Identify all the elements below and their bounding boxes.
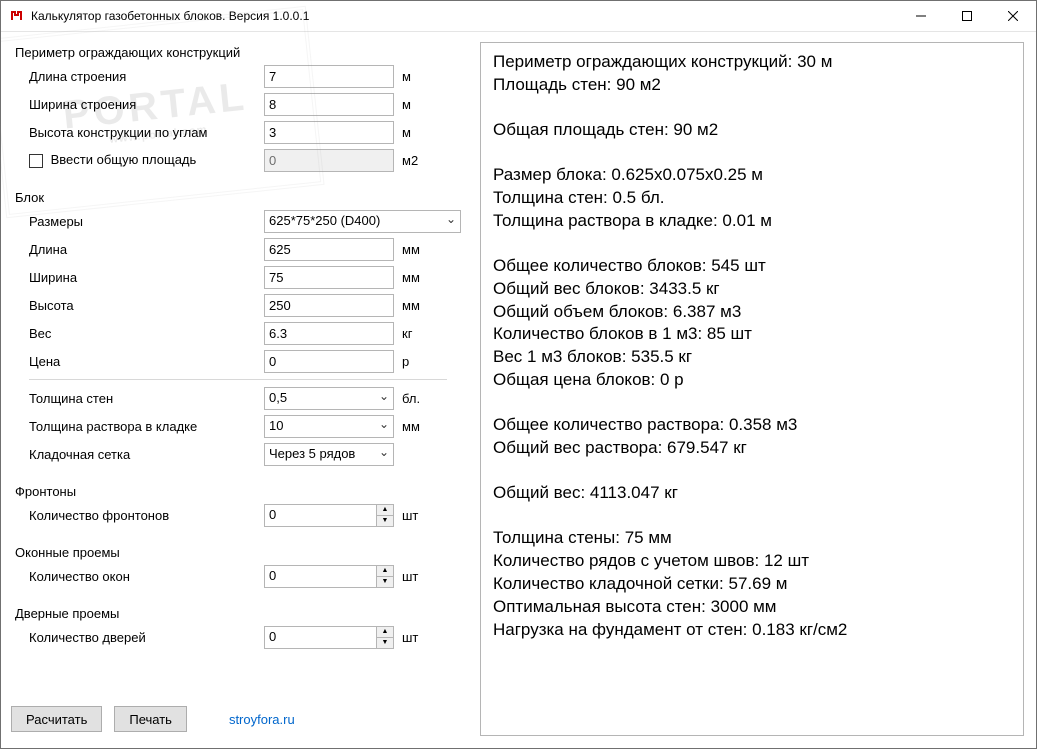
length-label: Длина строения — [29, 69, 264, 84]
result-line: Толщина стены: 75 мм — [493, 527, 1011, 550]
divider — [29, 379, 447, 380]
windows-count-input[interactable]: 0 ▲▼ — [264, 565, 394, 588]
result-line: Оптимальная высота стен: 3000 мм — [493, 596, 1011, 619]
result-line: Общее количество блоков: 545 шт — [493, 255, 1011, 278]
gables-count-label: Количество фронтонов — [29, 508, 264, 523]
group-perimeter: Периметр ограждающих конструкций Длина с… — [8, 42, 468, 183]
group-gables-title: Фронтоны — [15, 484, 461, 499]
app-icon — [9, 8, 25, 24]
result-line: Толщина раствора в кладке: 0.01 м — [493, 210, 1011, 233]
unit-p: р — [402, 354, 430, 369]
window-title: Калькулятор газобетонных блоков. Версия … — [31, 9, 898, 23]
block-length-input[interactable] — [264, 238, 394, 261]
result-line: Общая цена блоков: 0 р — [493, 369, 1011, 392]
results-panel: Периметр ограждающих конструкций: 30 м П… — [480, 42, 1024, 736]
mortar-thickness-select[interactable]: 10 — [264, 415, 394, 438]
unit-sht: шт — [402, 508, 430, 523]
group-doors-title: Дверные проемы — [15, 606, 461, 621]
block-height-label: Высота — [29, 298, 264, 313]
area-input — [264, 149, 394, 172]
group-block-title: Блок — [15, 190, 461, 205]
site-link[interactable]: stroyfora.ru — [229, 712, 295, 727]
unit-bl: бл. — [402, 391, 430, 406]
calculate-button[interactable]: Расчитать — [11, 706, 102, 732]
result-line: Размер блока: 0.625x0.075x0.25 м — [493, 164, 1011, 187]
gables-count-input[interactable]: 0 ▲▼ — [264, 504, 394, 527]
block-price-input[interactable] — [264, 350, 394, 373]
unit-mm: мм — [402, 270, 430, 285]
block-price-label: Цена — [29, 354, 264, 369]
doors-count-input[interactable]: 0 ▲▼ — [264, 626, 394, 649]
spin-up-icon[interactable]: ▲ — [377, 627, 393, 637]
unit-mm: мм — [402, 419, 430, 434]
maximize-button[interactable] — [944, 1, 990, 31]
group-windows: Оконные проемы Количество окон 0 ▲▼ шт — [8, 542, 468, 599]
block-width-label: Ширина — [29, 270, 264, 285]
width-label: Ширина строения — [29, 97, 264, 112]
unit-mm: мм — [402, 242, 430, 257]
result-line: Количество кладочной сетки: 57.69 м — [493, 573, 1011, 596]
block-width-input[interactable] — [264, 266, 394, 289]
footer: Расчитать Печать stroyfora.ru — [8, 700, 468, 736]
minimize-button[interactable] — [898, 1, 944, 31]
height-label: Высота конструкции по углам — [29, 125, 264, 140]
wall-thickness-label: Толщина стен — [29, 391, 264, 406]
spin-up-icon[interactable]: ▲ — [377, 505, 393, 515]
result-line: Периметр ограждающих конструкций: 30 м — [493, 51, 1011, 74]
result-line: Общий объем блоков: 6.387 м3 — [493, 301, 1011, 324]
block-height-input[interactable] — [264, 294, 394, 317]
unit-mm: мм — [402, 298, 430, 313]
unit-m: м — [402, 69, 430, 84]
result-line: Площадь стен: 90 м2 — [493, 74, 1011, 97]
result-line: Количество блоков в 1 м3: 85 шт — [493, 323, 1011, 346]
titlebar[interactable]: Калькулятор газобетонных блоков. Версия … — [1, 1, 1036, 32]
area-checkbox-label: Ввести общую площадь — [51, 152, 197, 167]
result-line: Количество рядов с учетом швов: 12 шт — [493, 550, 1011, 573]
unit-sht: шт — [402, 630, 430, 645]
result-line: Общая площадь стен: 90 м2 — [493, 119, 1011, 142]
close-button[interactable] — [990, 1, 1036, 31]
group-windows-title: Оконные проемы — [15, 545, 461, 560]
height-input[interactable] — [264, 121, 394, 144]
result-line: Нагрузка на фундамент от стен: 0.183 кг/… — [493, 619, 1011, 642]
spin-down-icon[interactable]: ▼ — [377, 515, 393, 526]
spin-down-icon[interactable]: ▼ — [377, 576, 393, 587]
unit-sht: шт — [402, 569, 430, 584]
group-gables: Фронтоны Количество фронтонов 0 ▲▼ шт — [8, 481, 468, 538]
mesh-select[interactable]: Через 5 рядов — [264, 443, 394, 466]
unit-kg: кг — [402, 326, 430, 341]
area-checkbox-row: Ввести общую площадь — [29, 152, 264, 168]
result-line: Общее количество раствора: 0.358 м3 — [493, 414, 1011, 437]
block-length-label: Длина — [29, 242, 264, 257]
group-block: Блок Размеры 625*75*250 (D400) Длина мм … — [8, 187, 468, 477]
area-checkbox[interactable] — [29, 154, 43, 168]
wall-thickness-select[interactable]: 0,5 — [264, 387, 394, 410]
result-line: Общий вес: 4113.047 кг — [493, 482, 1011, 505]
mortar-thickness-label: Толщина раствора в кладке — [29, 419, 264, 434]
result-line: Толщина стен: 0.5 бл. — [493, 187, 1011, 210]
doors-count-label: Количество дверей — [29, 630, 264, 645]
length-input[interactable] — [264, 65, 394, 88]
left-panel: Периметр ограждающих конструкций Длина с… — [8, 42, 468, 736]
block-weight-label: Вес — [29, 326, 264, 341]
size-label: Размеры — [29, 214, 264, 229]
result-line: Общий вес раствора: 679.547 кг — [493, 437, 1011, 460]
mesh-label: Кладочная сетка — [29, 447, 264, 462]
spin-down-icon[interactable]: ▼ — [377, 637, 393, 648]
result-line: Вес 1 м3 блоков: 535.5 кг — [493, 346, 1011, 369]
result-line: Общий вес блоков: 3433.5 кг — [493, 278, 1011, 301]
unit-m2: м2 — [402, 153, 430, 168]
unit-m: м — [402, 97, 430, 112]
block-weight-input[interactable] — [264, 322, 394, 345]
spin-up-icon[interactable]: ▲ — [377, 566, 393, 576]
windows-count-label: Количество окон — [29, 569, 264, 584]
print-button[interactable]: Печать — [114, 706, 187, 732]
size-select[interactable]: 625*75*250 (D400) — [264, 210, 461, 233]
group-doors: Дверные проемы Количество дверей 0 ▲▼ шт — [8, 603, 468, 660]
unit-m: м — [402, 125, 430, 140]
group-perimeter-title: Периметр ограждающих конструкций — [15, 45, 461, 60]
width-input[interactable] — [264, 93, 394, 116]
